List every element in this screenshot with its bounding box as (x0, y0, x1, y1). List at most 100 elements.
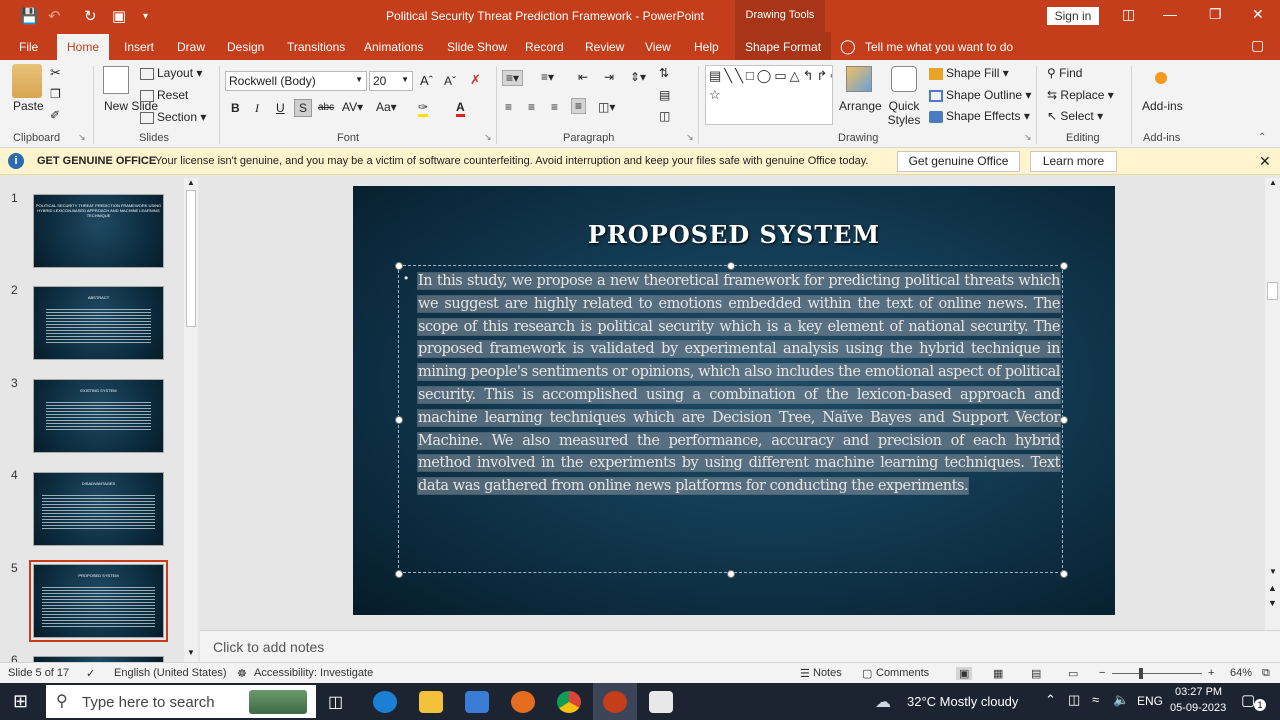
scroll-down-icon[interactable]: ▼ (187, 648, 195, 657)
language-indicator[interactable]: English (United States) (114, 667, 227, 679)
close-icon[interactable]: ✕ (1259, 153, 1271, 170)
scroll-up-icon[interactable]: ▲ (1269, 178, 1277, 187)
chevron-up-icon[interactable]: ⌃ (1045, 692, 1056, 708)
zoom-slider-thumb[interactable] (1139, 668, 1143, 679)
columns-icon[interactable]: ◫▾ (598, 100, 615, 114)
normal-view-icon[interactable]: ▣ (956, 667, 973, 680)
tab-shape-format[interactable]: Shape Format (735, 32, 832, 60)
slideshow-icon[interactable]: ▭ (1068, 667, 1078, 680)
addins-button[interactable]: Add-ins (1142, 99, 1183, 113)
paste-icon[interactable] (12, 64, 42, 98)
volume-icon[interactable]: 🔈 (1113, 692, 1129, 708)
font-size-combo[interactable]: 20 ▼ (369, 71, 413, 91)
character-spacing-icon[interactable]: AV▾ (342, 100, 363, 114)
comments-button[interactable]: Comments (876, 667, 929, 679)
ribbon-display-icon[interactable]: ◫ (1122, 6, 1135, 23)
selected-text[interactable]: In this study, we propose a new theoreti… (417, 271, 1061, 496)
thumbnail-scrollbar[interactable]: ▲ ▼ (184, 178, 198, 662)
store-icon[interactable] (465, 691, 489, 713)
clear-formatting-icon[interactable]: ✗ (470, 72, 481, 88)
paste-button[interactable]: Paste (13, 99, 44, 113)
close-icon[interactable]: ✕ (1252, 6, 1264, 23)
tab-review[interactable]: Review (585, 40, 624, 54)
scrollbar-thumb[interactable] (186, 190, 196, 327)
font-color-icon[interactable]: A (456, 100, 465, 117)
notification-icon[interactable]: ▢ (1241, 691, 1255, 709)
scrollbar-thumb[interactable] (1267, 282, 1278, 300)
next-slide-icon[interactable]: ▼ (1268, 598, 1277, 608)
align-right-icon[interactable]: ≡ (551, 100, 558, 114)
tab-help[interactable]: Help (694, 40, 719, 54)
shape-fill-button[interactable]: Shape Fill ▾ (929, 66, 1009, 80)
tab-file[interactable]: File (19, 40, 38, 54)
bold-icon[interactable]: B (231, 101, 240, 115)
decrease-font-icon[interactable]: Aˇ (444, 74, 456, 88)
edge-icon[interactable] (373, 691, 397, 713)
resize-handle[interactable] (727, 570, 735, 578)
taskbar-search[interactable]: ⚲ Type here to search (46, 685, 316, 718)
line-spacing-icon[interactable]: ⇕▾ (630, 70, 646, 84)
notes-placeholder[interactable]: Click to add notes (213, 639, 324, 655)
maximize-icon[interactable]: ❐ (1209, 6, 1222, 23)
content-placeholder[interactable]: • In this study, we propose a new theore… (395, 262, 1068, 578)
resize-handle[interactable] (1060, 570, 1068, 578)
slide-body-text[interactable]: In this study, we propose a new theoreti… (417, 270, 1061, 498)
slide-sorter-icon[interactable]: ▦ (993, 667, 1003, 680)
align-center-icon[interactable]: ≡ (528, 100, 535, 114)
zoom-in-icon[interactable]: + (1208, 667, 1214, 679)
windows-start-icon[interactable]: ⊞ (13, 691, 28, 712)
tab-record[interactable]: Record (525, 40, 564, 54)
file-explorer-icon[interactable] (419, 691, 443, 713)
layout-button[interactable]: Layout ▾ (140, 66, 202, 80)
highlight-icon[interactable]: ✑ (418, 100, 429, 117)
slide-title[interactable]: PROPOSED SYSTEM (353, 220, 1115, 249)
shape-effects-button[interactable]: Shape Effects ▾ (929, 109, 1030, 123)
align-left-icon[interactable]: ≡ (505, 100, 512, 114)
new-slide-icon[interactable] (103, 66, 129, 94)
format-painter-icon[interactable]: ✐ (50, 108, 60, 122)
select-button[interactable]: ↖ Select ▾ (1047, 109, 1103, 123)
zoom-level[interactable]: 64% (1230, 667, 1252, 679)
reading-view-icon[interactable]: ▤ (1031, 667, 1041, 680)
slide-thumbnail-selected[interactable]: PROPOSED SYSTEM (29, 560, 168, 642)
tab-draw[interactable]: Draw (177, 40, 205, 54)
tab-insert[interactable]: Insert (124, 40, 154, 54)
input-language[interactable]: ENG (1137, 694, 1163, 708)
clipboard-launcher-icon[interactable]: ↘ (78, 132, 86, 143)
align-text-icon[interactable]: ▤ (659, 88, 670, 102)
scroll-down-icon[interactable]: ▼ (1269, 567, 1277, 576)
resize-handle[interactable] (1060, 262, 1068, 270)
network-icon[interactable]: ◫ (1068, 692, 1080, 708)
section-button[interactable]: Section ▾ (140, 110, 206, 124)
learn-more-button[interactable]: Learn more (1030, 151, 1117, 172)
slide-thumbnail[interactable]: ABSTRACT (33, 286, 164, 360)
quick-styles-icon[interactable] (891, 66, 917, 92)
accessibility-status[interactable]: Accessibility: Investigate (254, 667, 373, 679)
scroll-up-icon[interactable]: ▲ (187, 178, 195, 187)
weather-text[interactable]: 32°C Mostly cloudy (907, 694, 1018, 709)
get-genuine-office-button[interactable]: Get genuine Office (897, 151, 1020, 172)
shape-outline-button[interactable]: Shape Outline ▾ (929, 88, 1031, 102)
shapes-gallery[interactable]: ▤╲╲□◯▭△↰↱⇨⇩⇧★∾↶↷{}☆ (705, 65, 833, 125)
slide-thumbnail[interactable]: DISADVANTAGES (33, 472, 164, 546)
tab-design[interactable]: Design (227, 40, 264, 54)
underline-icon[interactable]: U (276, 101, 285, 115)
arrange-icon[interactable] (846, 66, 872, 92)
previous-slide-icon[interactable]: ▲ (1268, 583, 1277, 593)
decrease-indent-icon[interactable]: ⇤ (578, 70, 588, 84)
addins-icon[interactable] (1155, 72, 1167, 84)
tell-me-search[interactable]: Tell me what you want to do (865, 40, 1013, 54)
comments-icon[interactable]: ▢ (1251, 37, 1264, 54)
tab-transitions[interactable]: Transitions (287, 40, 345, 54)
slide-thumbnail[interactable]: EXISTING SYSTEM (33, 379, 164, 453)
resize-handle[interactable] (395, 262, 403, 270)
powerpoint-taskbar-active[interactable] (593, 683, 637, 720)
wifi-icon[interactable]: ≈ (1092, 692, 1099, 707)
clock-date[interactable]: 05-09-2023 (1170, 702, 1226, 714)
arrange-button[interactable]: Arrange (839, 99, 882, 113)
replace-button[interactable]: ⇆ Replace ▾ (1047, 88, 1114, 102)
increase-indent-icon[interactable]: ⇥ (604, 70, 614, 84)
minimize-icon[interactable]: — (1163, 6, 1177, 22)
collapse-ribbon-icon[interactable]: ⌃ (1258, 132, 1266, 143)
paragraph-launcher-icon[interactable]: ↘ (686, 132, 694, 143)
